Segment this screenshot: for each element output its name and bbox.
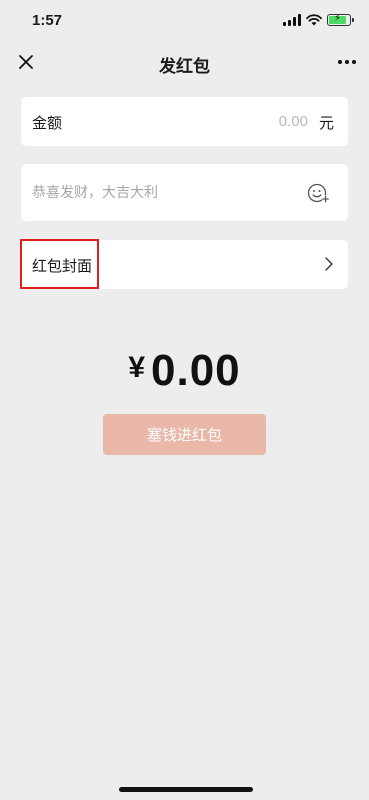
amount-input[interactable]: 0.00 [279,113,308,130]
more-icon[interactable] [335,50,359,74]
emoji-add-icon[interactable] [306,181,330,205]
total-amount: ¥0.00 [0,346,369,396]
submit-button[interactable]: 塞钱进红包 [103,414,266,455]
total-value: 0.00 [151,346,241,395]
currency-symbol: ¥ [128,351,146,384]
amount-field[interactable]: 金额 0.00 元 [21,97,348,146]
nav-bar: 发红包 [0,44,369,84]
greeting-input[interactable] [32,164,292,221]
red-packet-screen: 1:57 ⚡ 发红包 金额 0.00 元 恭喜发财，大吉大利 红包封面 ¥ 0.… [0,0,369,800]
signal-icon [283,14,301,26]
wifi-icon [306,14,322,26]
status-time: 1:57 [32,12,63,29]
battery-charging-icon: ⚡ [327,13,354,26]
greeting-field [21,164,348,221]
amount-unit: 元 [318,114,334,132]
charging-bolt-icon: ⚡ [334,13,342,24]
status-bar: 1:57 ⚡ [0,0,369,44]
amount-label: 金额 [32,114,63,132]
chevron-right-icon [325,257,333,271]
cover-highlight-box [20,239,99,289]
home-indicator [119,787,253,792]
status-icons: ⚡ [283,13,354,26]
page-title: 发红包 [159,57,210,77]
